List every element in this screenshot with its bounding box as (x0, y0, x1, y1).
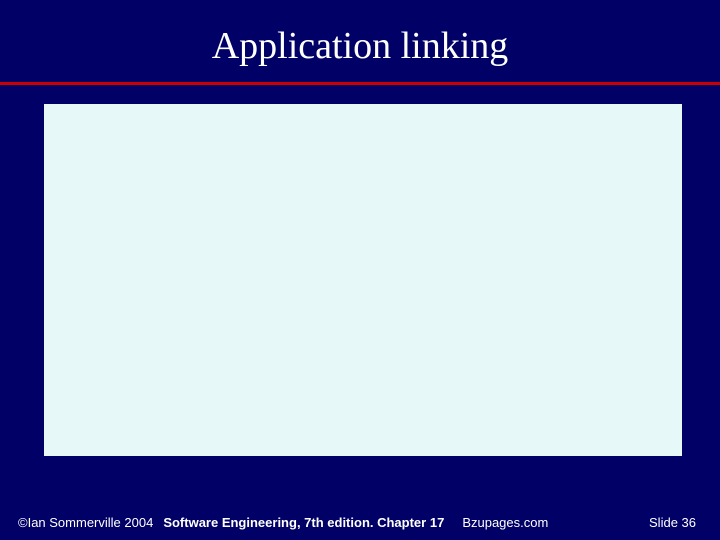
footer-slide-number: Slide 36 (649, 515, 696, 530)
footer-copyright: ©Ian Sommerville 2004 (18, 515, 153, 530)
divider-line (0, 82, 720, 85)
slide-title: Application linking (0, 24, 720, 68)
footer: ©Ian Sommerville 2004 Software Engineeri… (18, 515, 702, 530)
title-area: Application linking (0, 0, 720, 68)
footer-site: Bzupages.com (462, 515, 548, 530)
footer-book: Software Engineering, 7th edition. Chapt… (163, 515, 444, 530)
content-placeholder (44, 104, 682, 456)
